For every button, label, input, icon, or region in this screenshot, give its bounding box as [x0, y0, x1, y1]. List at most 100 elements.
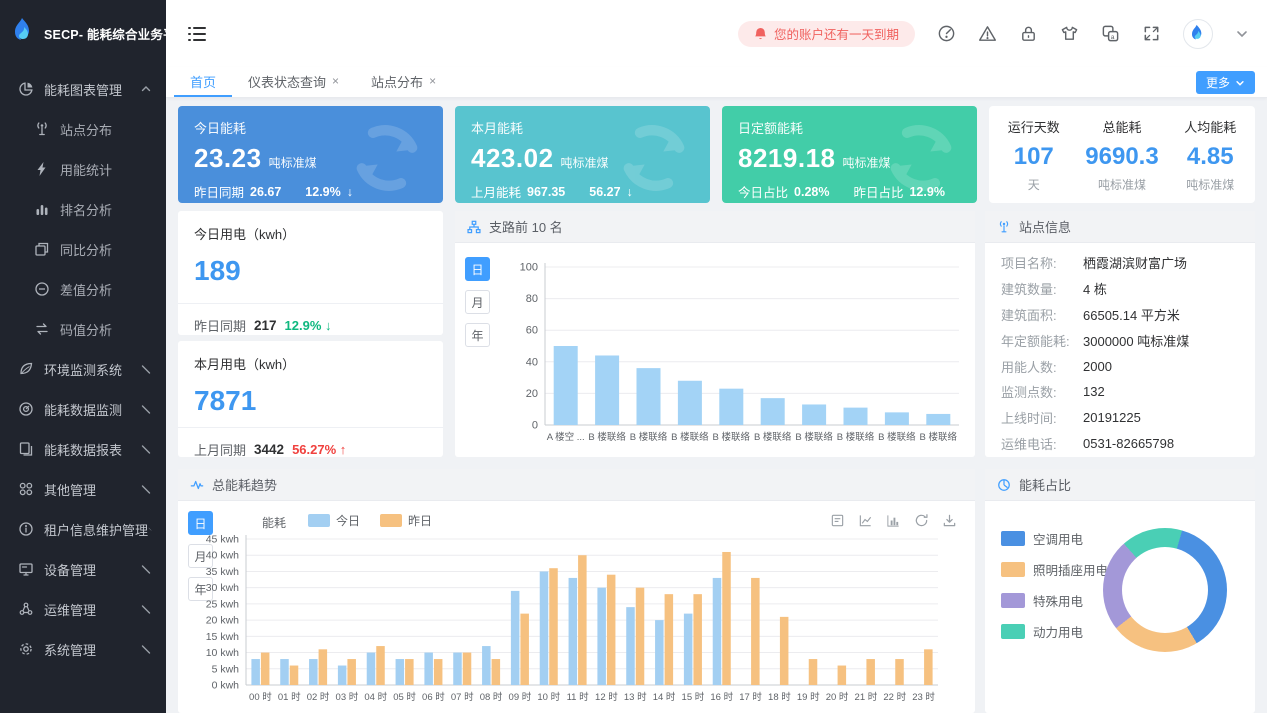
- caret-down-icon: [148, 523, 152, 535]
- pie-legend-item-动力用电[interactable]: 动力用电: [1001, 622, 1108, 641]
- line-chart-icon[interactable]: [858, 513, 873, 528]
- pie-legend: 空调用电照明插座用电特殊用电动力用电: [1001, 529, 1108, 641]
- lock-icon[interactable]: [1019, 24, 1038, 43]
- sidebar-item-monitor-dot[interactable]: 能耗数据监测: [0, 389, 166, 429]
- legend-label: 昨日: [408, 512, 432, 529]
- pie-chart-icon: [18, 81, 34, 97]
- bell-icon: [754, 27, 767, 41]
- legend-swatch: [1001, 562, 1025, 577]
- stat-value: 4.85: [1184, 143, 1236, 171]
- more-tabs-button[interactable]: 更多: [1196, 71, 1255, 94]
- tab-label: 首页: [190, 72, 216, 91]
- svg-text:B 楼联络: B 楼联络: [920, 431, 958, 443]
- sidebar-nav: 能耗图表管理站点分布用能统计排名分析同比分析差值分析码值分析环境监测系统能耗数据…: [0, 67, 166, 669]
- avatar[interactable]: [1183, 19, 1213, 49]
- svg-text:11 时: 11 时: [567, 691, 590, 703]
- minus-circle-icon: [34, 281, 50, 297]
- panel-title: 本月用电（kwh）: [194, 354, 427, 373]
- sidebar-item-info[interactable]: 租户信息维护管理: [0, 509, 166, 549]
- sidebar-item-grid[interactable]: 其他管理: [0, 469, 166, 509]
- collapse-menu-icon[interactable]: [186, 23, 208, 45]
- legend-label: 今日: [336, 512, 360, 529]
- svg-text:B 楼联络: B 楼联络: [630, 431, 668, 443]
- period-toggle-年[interactable]: 年: [465, 323, 490, 347]
- sidebar-subitem-compare[interactable]: 同比分析: [0, 229, 166, 269]
- close-icon[interactable]: ×: [332, 74, 339, 88]
- sidebar-subitem-swap[interactable]: 码值分析: [0, 309, 166, 349]
- sidebar-item-pie-chart[interactable]: 能耗图表管理: [0, 69, 166, 109]
- caret-down-icon: [140, 363, 152, 375]
- tab-bar: 首页仪表状态查询×站点分布× 更多: [166, 67, 1267, 98]
- locale-icon[interactable]: a: [1101, 24, 1120, 43]
- svg-text:10 时: 10 时: [537, 691, 560, 703]
- data-view-icon[interactable]: [830, 513, 845, 528]
- period-toggle-group: 日月年: [465, 257, 490, 347]
- stat-label: 总能耗: [1085, 117, 1158, 136]
- fullscreen-icon[interactable]: [1142, 24, 1161, 43]
- flame-avatar-icon: [1190, 24, 1206, 43]
- site-info-label: 用能人数:: [1001, 357, 1083, 376]
- tab-仪表状态查询[interactable]: 仪表状态查询×: [232, 67, 355, 97]
- month-electricity-panel: 本月用电（kwh） 7871 上月同期3442 56.27% ↑: [178, 341, 443, 457]
- tab-首页[interactable]: 首页: [174, 67, 232, 97]
- account-expiry-alert[interactable]: 您的账户还有一天到期: [738, 21, 915, 47]
- chevron-down-icon[interactable]: [1235, 27, 1249, 41]
- svg-text:03 时: 03 时: [336, 691, 359, 703]
- warning-icon[interactable]: [978, 24, 997, 43]
- refresh-icon[interactable]: [914, 513, 929, 528]
- legend-swatch: [1001, 593, 1025, 608]
- donut-hole: [1122, 547, 1208, 633]
- y-axis-title: 能耗: [262, 514, 286, 531]
- site-info-row: 建筑数量:4 栋: [985, 276, 1255, 302]
- period-toggle-日[interactable]: 日: [465, 257, 490, 281]
- swap-icon: [34, 321, 50, 337]
- sidebar-item-report[interactable]: 能耗数据报表: [0, 429, 166, 469]
- close-icon[interactable]: ×: [429, 74, 436, 88]
- legend-swatch: [1001, 624, 1025, 639]
- sidebar-item-ops[interactable]: 运维管理: [0, 589, 166, 629]
- pie-legend-item-空调用电[interactable]: 空调用电: [1001, 529, 1108, 548]
- sidebar-subitem-ranking[interactable]: 排名分析: [0, 189, 166, 229]
- download-icon[interactable]: [942, 513, 957, 528]
- today-electricity-value: 189: [194, 255, 427, 287]
- svg-text:A 楼空 ...: A 楼空 ...: [547, 431, 585, 443]
- gauge-icon[interactable]: [937, 24, 956, 43]
- tab-站点分布[interactable]: 站点分布×: [355, 67, 452, 97]
- sidebar-subitem-antenna[interactable]: 站点分布: [0, 109, 166, 149]
- svg-text:0 kwh: 0 kwh: [212, 680, 240, 692]
- sidebar-item-gear[interactable]: 系统管理: [0, 629, 166, 669]
- svg-text:13 时: 13 时: [624, 691, 647, 703]
- site-info-label: 建筑面积:: [1001, 305, 1083, 324]
- svg-text:18 时: 18 时: [768, 691, 791, 703]
- legend-item-今日[interactable]: 今日: [308, 512, 360, 529]
- svg-text:06 时: 06 时: [422, 691, 445, 703]
- site-info-value: 栖霞湖滨财富广场: [1083, 253, 1187, 272]
- site-info-row: 建筑面积:66505.14 平方米: [985, 302, 1255, 328]
- caret-down-icon: [140, 603, 152, 615]
- panel-header: 支路前 10 名: [455, 211, 975, 243]
- legend-swatch: [380, 514, 402, 527]
- kpi-card-month-energy: 本月能耗 423.02吨标准煤 上月能耗967.3556.27↓: [455, 106, 710, 203]
- sidebar-subitem-lightning[interactable]: 用能统计: [0, 149, 166, 189]
- sidebar: SECP- 能耗综合业务平台 能耗图表管理站点分布用能统计排名分析同比分析差值分…: [0, 0, 166, 713]
- period-toggle-月[interactable]: 月: [465, 290, 490, 314]
- caret-down-icon: [140, 483, 152, 495]
- pie-legend-item-照明插座用电[interactable]: 照明插座用电: [1001, 560, 1108, 579]
- sidebar-subitem-minus-circle[interactable]: 差值分析: [0, 269, 166, 309]
- branch-top10-panel: 支路前 10 名 日月年 020406080100A 楼空 ...B 楼联络B …: [455, 211, 975, 457]
- site-info-rows: 项目名称:栖霞湖滨财富广场建筑数量:4 栋建筑面积:66505.14 平方米年定…: [985, 243, 1255, 456]
- sidebar-subitem-label: 站点分布: [60, 120, 112, 139]
- theme-icon[interactable]: [1060, 24, 1079, 43]
- panel-title: 支路前 10 名: [489, 217, 563, 236]
- bar-chart-icon[interactable]: [886, 513, 901, 528]
- sidebar-subitem-label: 码值分析: [60, 320, 112, 339]
- pie-legend-item-特殊用电[interactable]: 特殊用电: [1001, 591, 1108, 610]
- sidebar-item-device[interactable]: 设备管理: [0, 549, 166, 589]
- legend-item-昨日[interactable]: 昨日: [380, 512, 432, 529]
- sidebar-item-leaf[interactable]: 环境监测系统: [0, 349, 166, 389]
- panel-header: 站点信息: [985, 211, 1255, 243]
- kpi-card-stats: 运行天数107天总能耗9690.3吨标准煤人均能耗4.85吨标准煤: [989, 106, 1255, 203]
- brand: SECP- 能耗综合业务平台: [0, 0, 166, 67]
- sidebar-item-label: 能耗图表管理: [44, 80, 140, 99]
- antenna-icon: [997, 220, 1011, 234]
